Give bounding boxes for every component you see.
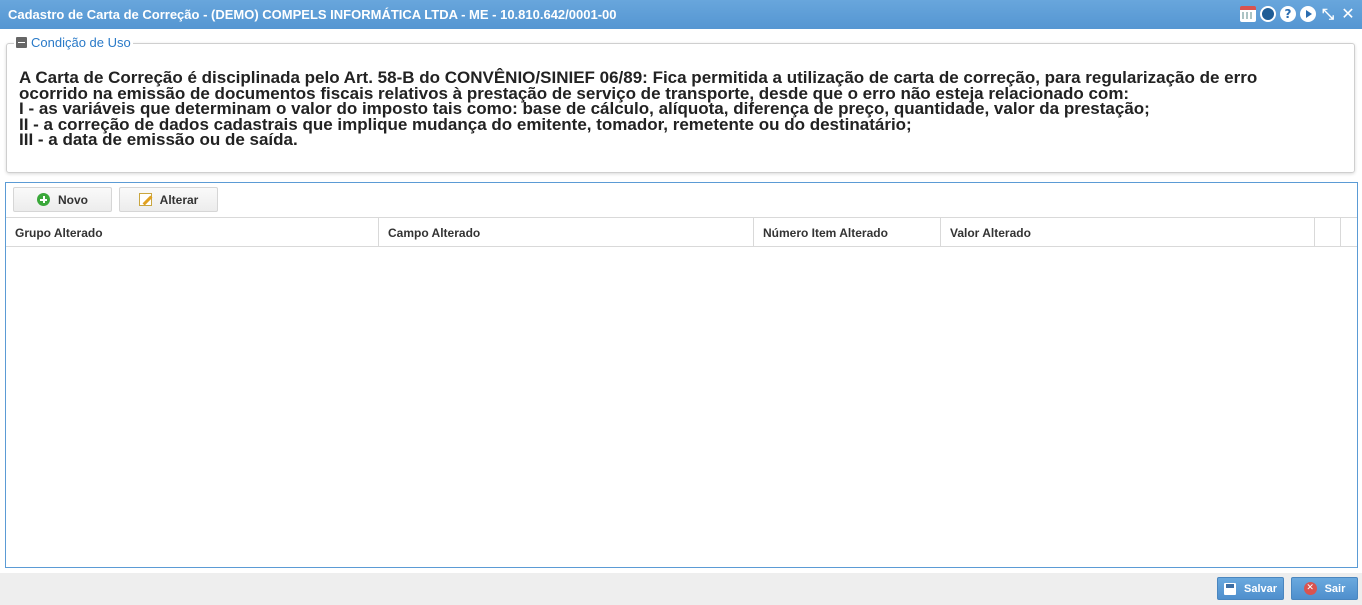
footer-bar: Salvar ✕ Sair — [0, 573, 1362, 605]
column-header[interactable]: Número Item Alterado — [754, 218, 941, 246]
exit-icon: ✕ — [1303, 582, 1317, 595]
collapse-icon[interactable] — [16, 37, 27, 48]
record-icon[interactable] — [1260, 6, 1276, 22]
close-icon[interactable]: ✕ — [1340, 6, 1356, 22]
column-header[interactable]: Valor Alterado — [941, 218, 1315, 246]
usage-legend-label: Condição de Uso — [31, 35, 131, 50]
play-icon[interactable] — [1300, 6, 1316, 22]
notice-line: III - a data de emissão ou de saída. — [19, 130, 298, 149]
column-header[interactable]: Campo Alterado — [379, 218, 754, 246]
help-icon[interactable]: ? — [1280, 6, 1296, 22]
exit-button[interactable]: ✕ Sair — [1291, 577, 1358, 600]
column-header — [1341, 218, 1357, 246]
exit-button-label: Sair — [1324, 582, 1346, 595]
window-title: Cadastro de Carta de Correção - (DEMO) C… — [8, 7, 617, 22]
usage-legend[interactable]: Condição de Uso — [14, 35, 133, 50]
save-button[interactable]: Salvar — [1217, 577, 1284, 600]
calendar-icon[interactable] — [1240, 6, 1256, 22]
column-header[interactable] — [1315, 218, 1341, 246]
edit-button-label: Alterar — [159, 192, 199, 207]
grid-header: Grupo Alterado Campo Alterado Número Ite… — [6, 217, 1357, 247]
corrections-grid-panel: Novo Alterar Grupo Alterado Campo Altera… — [5, 182, 1358, 568]
edit-icon — [138, 193, 152, 206]
save-button-label: Salvar — [1243, 582, 1278, 595]
shrink-icon[interactable]: ⤡ — [1320, 6, 1336, 22]
title-bar-icons: ? ⤡ ✕ — [1240, 6, 1356, 22]
add-icon — [37, 193, 50, 206]
edit-button[interactable]: Alterar — [119, 187, 218, 212]
usage-notice: A Carta de Correção é disciplinada pelo … — [19, 69, 1339, 149]
new-button[interactable]: Novo — [13, 187, 112, 212]
save-icon — [1223, 582, 1236, 595]
grid-toolbar: Novo Alterar — [13, 187, 218, 212]
title-bar: Cadastro de Carta de Correção - (DEMO) C… — [0, 0, 1362, 29]
new-button-label: Novo — [58, 192, 88, 207]
column-header[interactable]: Grupo Alterado — [6, 218, 379, 246]
